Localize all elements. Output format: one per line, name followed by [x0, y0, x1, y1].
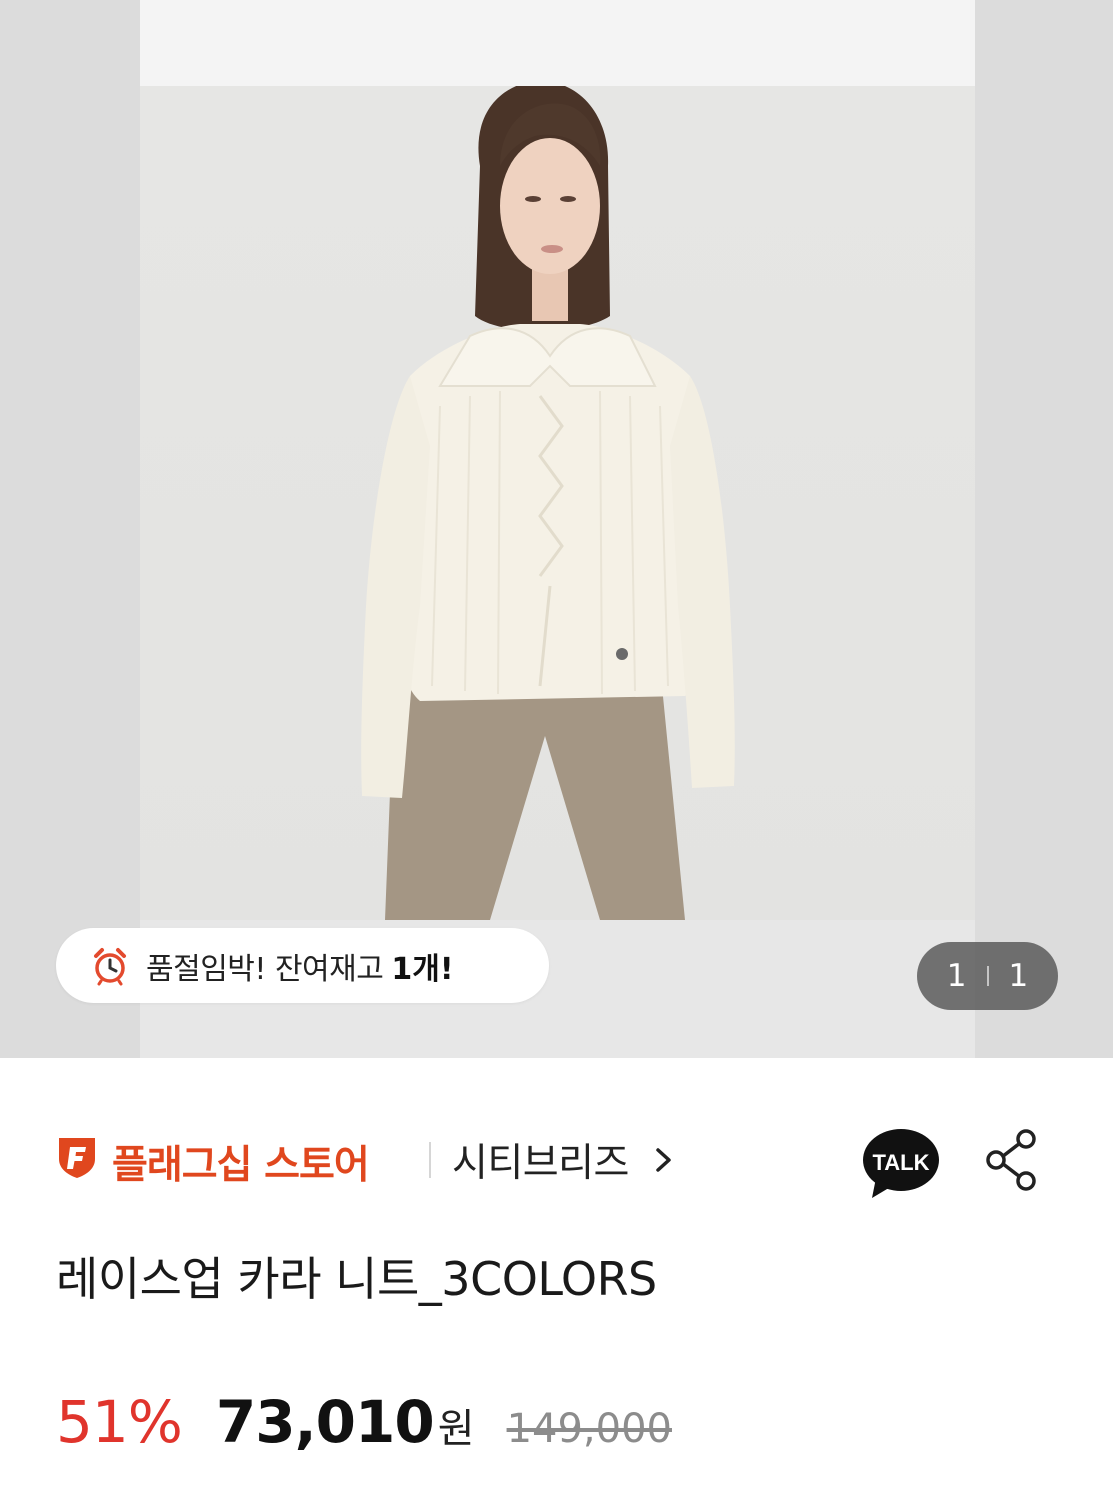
talk-label: TALK — [872, 1150, 929, 1175]
page-current: 1 — [946, 958, 967, 994]
model-illustration — [361, 86, 735, 920]
page-total: 1 — [1008, 958, 1029, 994]
store-info-row: 플래그십 스토어 시티브리즈 TALK — [56, 1128, 1056, 1200]
discount-rate: 51% — [56, 1388, 183, 1456]
stock-count: 1개! — [391, 951, 454, 987]
stock-warning-text: 품절임박! 잔여재고 — [146, 951, 384, 987]
alarm-clock-icon — [94, 947, 126, 985]
currency-unit: 원 — [437, 1406, 475, 1452]
image-page-counter: 1 1 — [917, 942, 1058, 1010]
low-stock-badge: 품절임박! 잔여재고 1개! — [56, 928, 549, 1003]
product-title: 레이스업 카라 니트_3COLORS — [56, 1252, 657, 1306]
talk-bubble-icon: TALK — [863, 1129, 939, 1198]
page-separator — [986, 966, 989, 986]
brand-name: 시티브리즈 — [452, 1141, 629, 1186]
product-image-frame — [140, 0, 975, 1058]
kakao-talk-button[interactable]: TALK — [862, 1128, 940, 1200]
original-price: 149,000 — [506, 1406, 672, 1452]
brand-store-link[interactable]: 시티브리즈 — [452, 1132, 675, 1188]
product-photo[interactable] — [140, 86, 975, 920]
share-button[interactable] — [984, 1128, 1040, 1192]
share-icon — [986, 1129, 1036, 1191]
sale-price: 73,010 — [215, 1388, 435, 1456]
product-image-carousel[interactable]: 품절임박! 잔여재고 1개! 1 1 — [0, 0, 1113, 1058]
flagship-f-icon — [59, 1138, 95, 1178]
image-top-band — [140, 0, 975, 86]
store-divider — [429, 1142, 431, 1178]
price-row: 51% 73,010 원 149,000 — [56, 1388, 672, 1458]
chevron-right-icon — [656, 1148, 671, 1172]
flagship-store-label: 플래그십 스토어 — [112, 1143, 370, 1188]
